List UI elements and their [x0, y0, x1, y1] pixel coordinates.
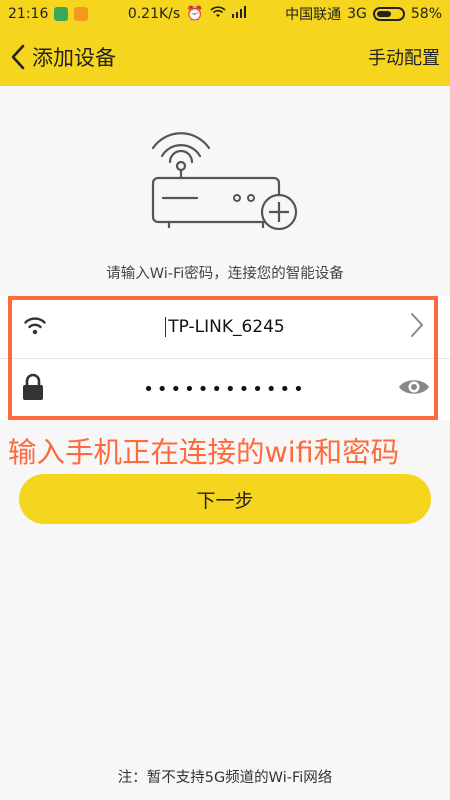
network-type: 3G — [347, 6, 367, 22]
next-step-button[interactable]: 下一步 — [19, 474, 431, 524]
status-bar: 21:16 0.21K/s ⏰ 中国联通 3G 58% — [0, 0, 450, 28]
status-left: 21:16 — [8, 6, 89, 22]
eye-icon[interactable] — [398, 377, 430, 401]
ssid-input[interactable]: TP-LINK_6245 — [0, 317, 450, 337]
instruction-text: 请输入Wi-Fi密码，连接您的智能设备 — [106, 266, 344, 282]
router-add-icon — [145, 118, 305, 234]
text-cursor — [165, 317, 167, 337]
chevron-right-icon[interactable] — [410, 312, 424, 342]
ssid-value: TP-LINK_6245 — [168, 317, 285, 337]
shield-app-icon — [54, 7, 69, 21]
password-input[interactable]: •••••••••••• — [0, 379, 450, 400]
status-center: 0.21K/s ⏰ — [128, 6, 246, 22]
notification-app-icon — [74, 7, 89, 21]
carrier-name: 中国联通 — [285, 7, 342, 23]
signal-icon — [231, 6, 246, 22]
back-button[interactable]: 添加设备 — [0, 28, 116, 86]
manual-config-button[interactable]: 手动配置 — [368, 28, 440, 86]
annotation-text: 输入手机正在连接的wifi和密码 — [8, 436, 400, 469]
wifi-status-icon — [210, 6, 226, 22]
footnote-text: 注：暂不支持5G频道的Wi-Fi网络 — [117, 770, 333, 786]
status-right: 中国联通 3G 58% — [285, 4, 442, 24]
password-row[interactable]: •••••••••••• — [0, 358, 450, 420]
network-speed: 0.21K/s — [127, 6, 181, 22]
status-time: 21:16 — [8, 6, 49, 22]
battery-icon — [372, 7, 405, 21]
ssid-row[interactable]: TP-LINK_6245 — [0, 296, 450, 359]
wifi-form: TP-LINK_6245 •••••••••••• — [0, 296, 450, 420]
alarm-icon: ⏰ — [186, 6, 204, 22]
app-header: 添加设备 手动配置 — [0, 28, 450, 86]
page-title: 添加设备 — [32, 46, 116, 70]
battery-percent: 58% — [410, 6, 442, 22]
chevron-left-icon — [10, 44, 26, 70]
